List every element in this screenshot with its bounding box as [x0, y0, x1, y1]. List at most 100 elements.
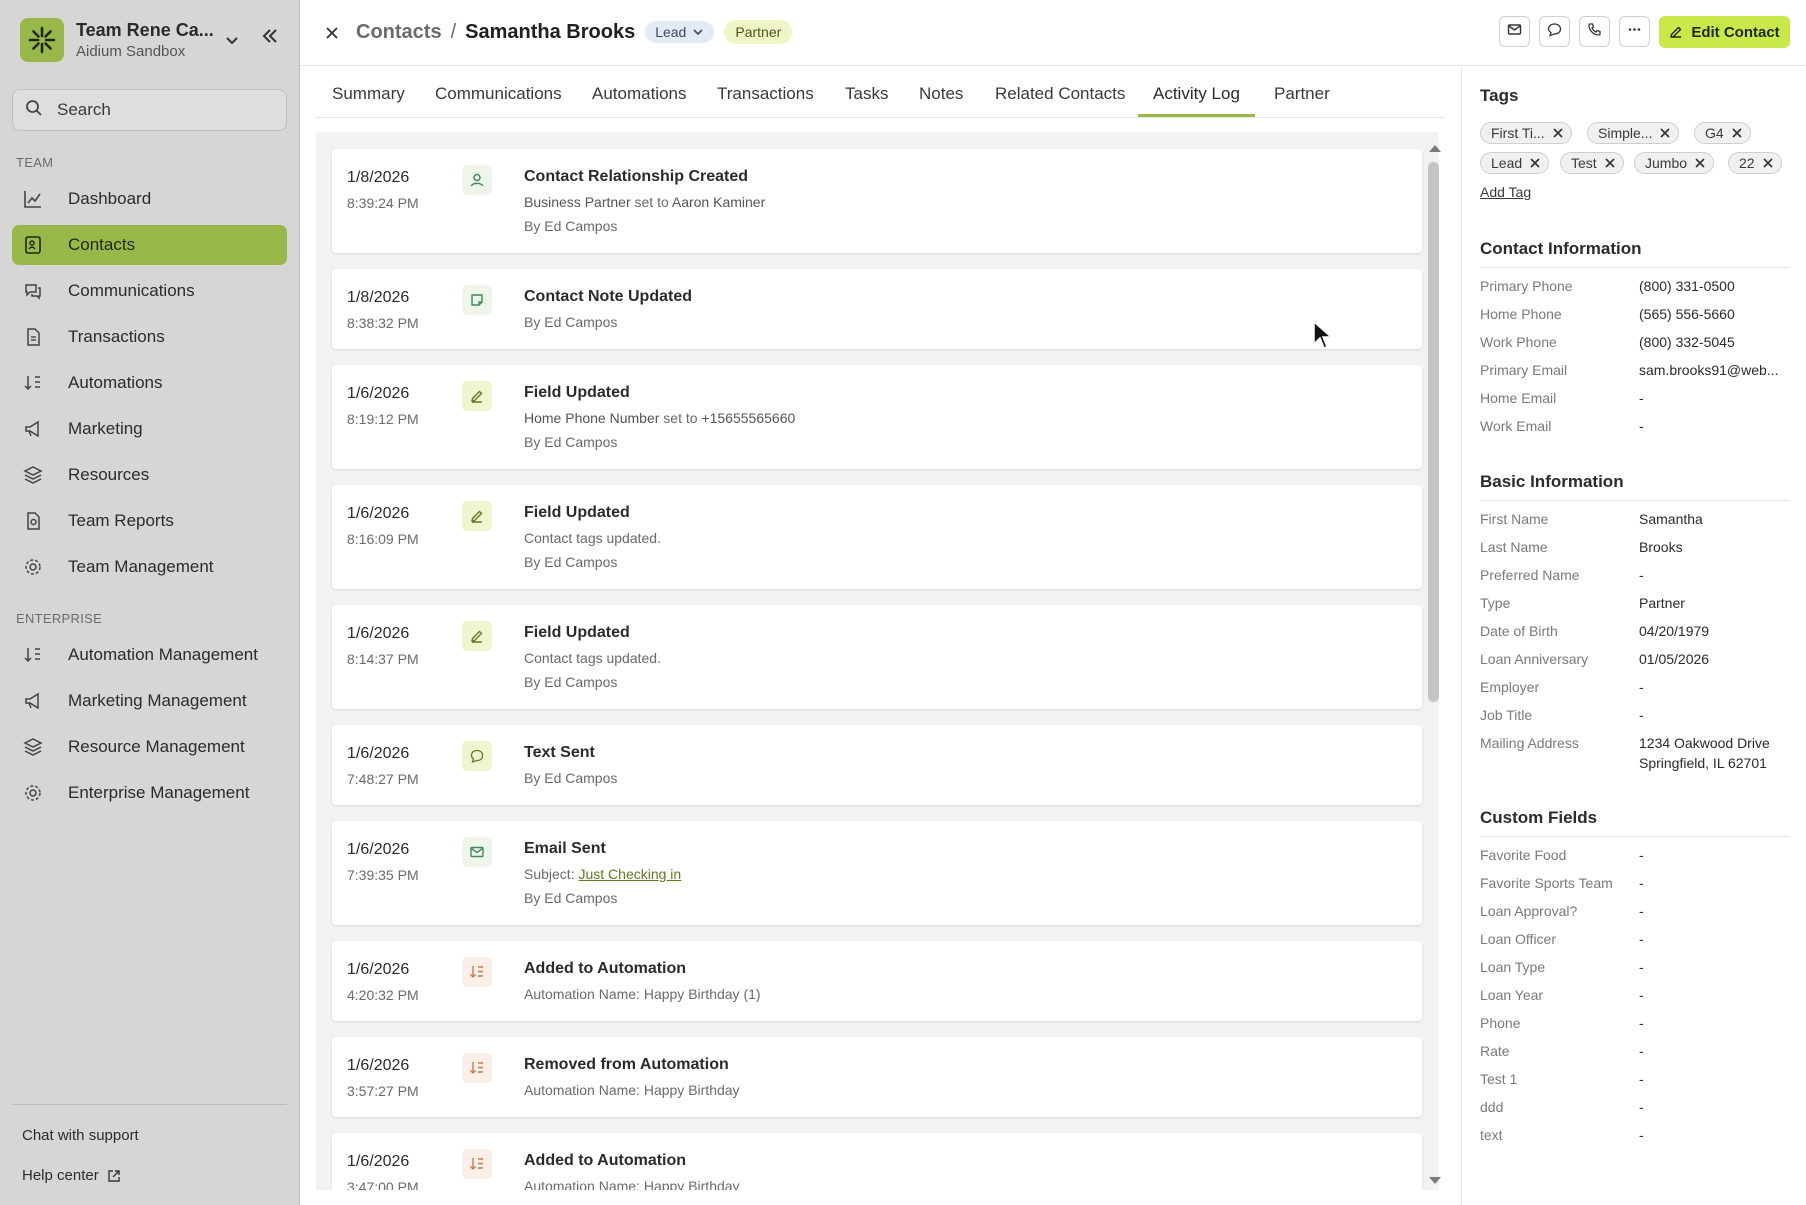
nav-label: Communications [68, 281, 195, 300]
nav-automations[interactable]: Automations [12, 363, 287, 403]
field-value: - [1639, 875, 1644, 891]
search-box[interactable]: Search [12, 89, 287, 131]
workspace-logo-icon [20, 18, 64, 62]
remove-tag-icon[interactable] [1660, 128, 1671, 138]
call-button[interactable] [1579, 16, 1610, 47]
custom-fields-heading: Custom Fields [1480, 808, 1598, 827]
activity-date: 1/6/2026 [347, 625, 410, 642]
field-value: Samantha [1639, 511, 1703, 527]
chat-support-link[interactable]: Chat with support [22, 1127, 139, 1144]
report-icon [22, 510, 44, 532]
tab-automations[interactable]: Automations [592, 84, 687, 104]
collapse-sidebar-icon[interactable] [260, 26, 280, 51]
nav-automation-management[interactable]: Automation Management [12, 635, 287, 675]
scrollbar-thumb[interactable] [1428, 162, 1439, 702]
remove-tag-icon[interactable] [1605, 158, 1615, 168]
remove-tag-icon[interactable] [1530, 158, 1540, 168]
activity-time: 8:14:37 PM [347, 651, 419, 667]
activity-author: By Ed Campos [524, 314, 618, 330]
section-divider [1480, 267, 1790, 268]
mailing-address-line1: 1234 Oakwood Drive [1639, 735, 1770, 751]
tab-summary[interactable]: Summary [332, 84, 405, 104]
nav-marketing[interactable]: Marketing [12, 409, 287, 449]
primary-phone-value[interactable]: (800) 331-0500 [1639, 278, 1735, 294]
tab-partner[interactable]: Partner [1274, 84, 1330, 104]
field-label: Employer [1480, 679, 1540, 695]
primary-email-value[interactable]: sam.brooks91@web... [1639, 362, 1779, 378]
work-email-value: - [1639, 418, 1644, 434]
nav-team-reports[interactable]: Team Reports [12, 501, 287, 541]
nav-transactions[interactable]: Transactions [12, 317, 287, 357]
home-phone-value[interactable]: (565) 556-5660 [1639, 306, 1735, 322]
tab-tasks[interactable]: Tasks [845, 84, 888, 104]
email-subject-link[interactable]: Just Checking in [578, 866, 681, 882]
status-dropdown[interactable]: Lead [645, 21, 715, 43]
activity-item: 1/8/2026 8:38:32 PM Contact Note Updated… [332, 269, 1422, 349]
field-label: First Name [1480, 511, 1549, 527]
remove-tag-icon[interactable] [1695, 158, 1705, 168]
scroll-down-arrow-icon[interactable] [1428, 1173, 1442, 1191]
activity-author: By Ed Campos [524, 554, 618, 570]
remove-tag-icon[interactable] [1553, 128, 1563, 138]
pencil-icon [462, 621, 492, 651]
help-center-link[interactable]: Help center [22, 1167, 121, 1184]
breadcrumb-contacts[interactable]: Contacts [356, 21, 442, 44]
field-label: Preferred Name [1480, 567, 1580, 583]
text-button[interactable] [1539, 16, 1570, 47]
activity-detail: Automation Name: Happy Birthday [524, 1178, 740, 1190]
activity-time: 3:47:00 PM [347, 1179, 419, 1190]
tab-communications[interactable]: Communications [435, 84, 562, 104]
contacts-card-icon [22, 234, 44, 256]
workspace-switcher[interactable]: Team Rene Ca... Aidium Sandbox [20, 18, 284, 62]
nav-communications[interactable]: Communications [12, 271, 287, 311]
page-title: Samantha Brooks [465, 20, 636, 43]
tag-chip: Test [1560, 152, 1624, 174]
tab-notes[interactable]: Notes [919, 84, 963, 104]
search-input[interactable]: Search [57, 100, 111, 120]
chevron-down-icon[interactable] [224, 32, 240, 48]
close-icon[interactable] [321, 22, 343, 44]
automation-arrows-icon [462, 957, 492, 987]
activity-detail: Contact tags updated. [524, 650, 661, 666]
mail-icon [462, 837, 492, 867]
tab-related-contacts[interactable]: Related Contacts [995, 84, 1125, 104]
scroll-up-arrow-icon[interactable] [1428, 140, 1442, 158]
tab-activity-log[interactable]: Activity Log [1153, 84, 1240, 104]
activity-time: 4:20:32 PM [347, 987, 419, 1003]
nav-contacts[interactable]: Contacts [12, 225, 287, 265]
add-tag-link[interactable]: Add Tag [1480, 184, 1531, 200]
activity-item: 1/6/2026 7:39:35 PM Email Sent Subject: … [332, 821, 1422, 925]
edit-contact-button[interactable]: Edit Contact [1659, 16, 1790, 48]
work-phone-value[interactable]: (800) 332-5045 [1639, 334, 1735, 350]
nav-resource-management[interactable]: Resource Management [12, 727, 287, 767]
activity-title: Email Sent [524, 840, 606, 857]
field-label: Loan Officer [1480, 931, 1557, 947]
more-actions-button[interactable] [1619, 16, 1650, 47]
more-horizontal-icon [1627, 22, 1642, 42]
field-value: - [1639, 1099, 1644, 1115]
field-value: - [1639, 903, 1644, 919]
pencil-icon [1669, 25, 1683, 39]
nav-marketing-management[interactable]: Marketing Management [12, 681, 287, 721]
remove-tag-icon[interactable] [1763, 158, 1773, 168]
status-badge: Lead [655, 24, 687, 40]
activity-title: Contact Relationship Created [524, 168, 749, 185]
breadcrumb-separator: / [450, 20, 457, 43]
activity-detail: Automation Name: Happy Birthday (1) [524, 986, 761, 1002]
activity-title: Added to Automation [524, 960, 687, 977]
nav-label: Marketing Management [68, 691, 247, 710]
tags-heading: Tags [1480, 86, 1519, 105]
nav-resources[interactable]: Resources [12, 455, 287, 495]
nav-team-management[interactable]: Team Management [12, 547, 287, 587]
remove-tag-icon[interactable] [1732, 128, 1742, 138]
activity-log-list[interactable]: 1/8/2026 8:39:24 PM Contact Relationship… [316, 132, 1439, 1190]
chat-bubble-icon [1547, 22, 1562, 42]
tab-transactions[interactable]: Transactions [717, 84, 814, 104]
activity-time: 7:39:35 PM [347, 867, 419, 883]
section-divider [1480, 500, 1790, 501]
nav-dashboard[interactable]: Dashboard [12, 179, 287, 219]
workspace-name: Team Rene Ca... [76, 20, 214, 40]
activity-time: 8:38:32 PM [347, 315, 419, 331]
nav-enterprise-management[interactable]: Enterprise Management [12, 773, 287, 813]
email-button[interactable] [1499, 16, 1530, 47]
